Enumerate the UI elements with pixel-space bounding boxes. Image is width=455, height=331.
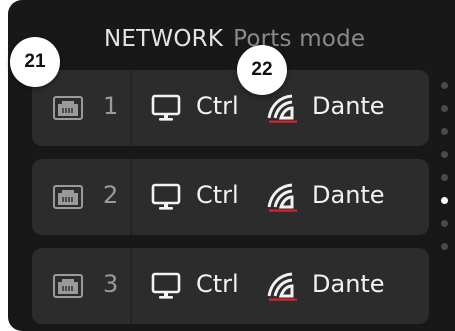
dante-logo-icon: [267, 94, 297, 123]
panel-header: NETWORK Ports mode: [104, 26, 365, 52]
monitor-icon: [151, 272, 181, 299]
scroll-dot-active[interactable]: [441, 197, 448, 204]
monitor-icon: [151, 94, 181, 121]
ethernet-port-icon: [53, 96, 83, 120]
port-row-2[interactable]: 2 Ctrl Dante: [32, 159, 429, 235]
port-number: 2: [103, 181, 119, 209]
dante-label: Dante: [312, 181, 385, 209]
monitor-icon: [151, 183, 181, 210]
dante-logo-icon: [267, 183, 297, 212]
callout-marker: 21: [10, 37, 60, 87]
scroll-dot[interactable]: [441, 151, 448, 158]
scroll-dot[interactable]: [441, 174, 448, 181]
port-selector[interactable]: 3: [32, 248, 132, 324]
scroll-dot[interactable]: [441, 220, 448, 227]
port-number: 1: [103, 92, 119, 120]
ethernet-port-icon: [53, 185, 83, 209]
scroll-dot[interactable]: [441, 105, 448, 112]
ctrl-label: Ctrl: [196, 92, 239, 120]
scroll-indicator[interactable]: [438, 82, 452, 272]
callout-marker: 22: [237, 45, 287, 95]
dante-label: Dante: [312, 270, 385, 298]
ethernet-port-icon: [53, 274, 83, 298]
port-row-1[interactable]: 1 Ctrl Dante: [32, 70, 429, 146]
scroll-dot[interactable]: [441, 82, 448, 89]
dante-logo-icon: [267, 272, 297, 301]
port-row-3[interactable]: 3 Ctrl Dante: [32, 248, 429, 324]
scroll-dot[interactable]: [441, 243, 448, 250]
header-title: NETWORK: [104, 26, 224, 52]
ctrl-label: Ctrl: [196, 270, 239, 298]
port-number: 3: [103, 270, 119, 298]
scroll-dot[interactable]: [441, 128, 448, 135]
dante-label: Dante: [312, 92, 385, 120]
ctrl-label: Ctrl: [196, 181, 239, 209]
port-selector[interactable]: 2: [32, 159, 132, 235]
